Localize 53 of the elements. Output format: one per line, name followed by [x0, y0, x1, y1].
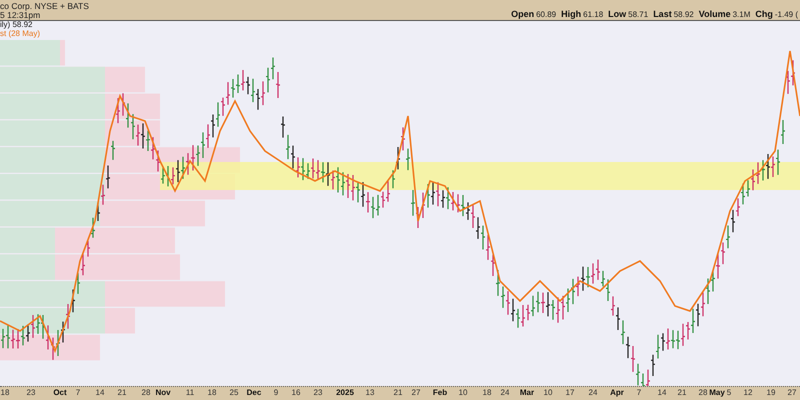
axis-label: 12	[744, 388, 752, 397]
axis-label: 11	[186, 388, 194, 397]
axis-label: 7	[76, 388, 80, 397]
axis-label: 10	[544, 388, 552, 397]
axis-label: 16	[292, 388, 300, 397]
axis-label: 21	[118, 388, 126, 397]
stat-value: 58.92	[674, 10, 694, 19]
axis-label: Apr	[610, 388, 624, 397]
axis-label: Feb	[432, 388, 448, 397]
axis-label: 17	[566, 388, 574, 397]
axis-label: 2025	[336, 388, 354, 397]
axis-label: 27	[788, 388, 796, 397]
axis-label: May	[709, 388, 725, 397]
axis-label: 5	[726, 388, 732, 397]
price-legend: ily) 58.92	[0, 21, 40, 30]
stat-label: Open	[511, 9, 534, 19]
axis-label: 14	[96, 388, 104, 397]
stat-label: Volume	[698, 9, 731, 19]
axis-label: 23	[26, 388, 36, 397]
axis-label: 23	[314, 388, 322, 397]
axis-label: 18	[482, 388, 492, 397]
stat-value: 61.18	[583, 10, 604, 19]
axis-label: 18	[0, 388, 10, 397]
axis-label: 19	[766, 388, 776, 397]
axis-label: 28	[698, 388, 708, 397]
stat-label: Low	[608, 9, 626, 19]
stat-value: 60.89	[536, 10, 556, 19]
axis-label: 13	[366, 388, 374, 397]
timestamp: 5 12:31pm	[0, 11, 42, 20]
axis-label: Nov	[155, 388, 171, 397]
axis-label: 18	[208, 388, 216, 397]
axis-label: 24	[588, 388, 598, 397]
axis-label: 10	[458, 388, 468, 397]
axis-label: Mar	[520, 388, 534, 397]
overlay-legend: st (28 May)	[0, 30, 40, 38]
stat-label: High	[561, 9, 582, 19]
axis-label: 28	[142, 388, 150, 397]
stat-value: -1.49 (	[774, 10, 798, 19]
axis-label: 25	[230, 388, 238, 397]
axis-label: 21	[678, 388, 686, 397]
axis-label: 27	[412, 388, 420, 397]
axis-label: 7	[636, 388, 642, 397]
axis-label: Oct	[53, 388, 67, 397]
symbol-title: co Corp. NYSE + BATS	[0, 2, 89, 11]
stat-label: Last	[653, 9, 672, 19]
stat-label: Chg	[755, 9, 773, 19]
stat-value: 58.71	[628, 10, 648, 19]
axis-label: 21	[394, 388, 402, 397]
axis-label: 9	[274, 388, 278, 397]
axis-label: Dec	[246, 388, 262, 397]
stat-value: 3.1M	[732, 10, 750, 19]
axis-label: 24	[500, 388, 510, 397]
axis-label: 14	[658, 388, 666, 397]
